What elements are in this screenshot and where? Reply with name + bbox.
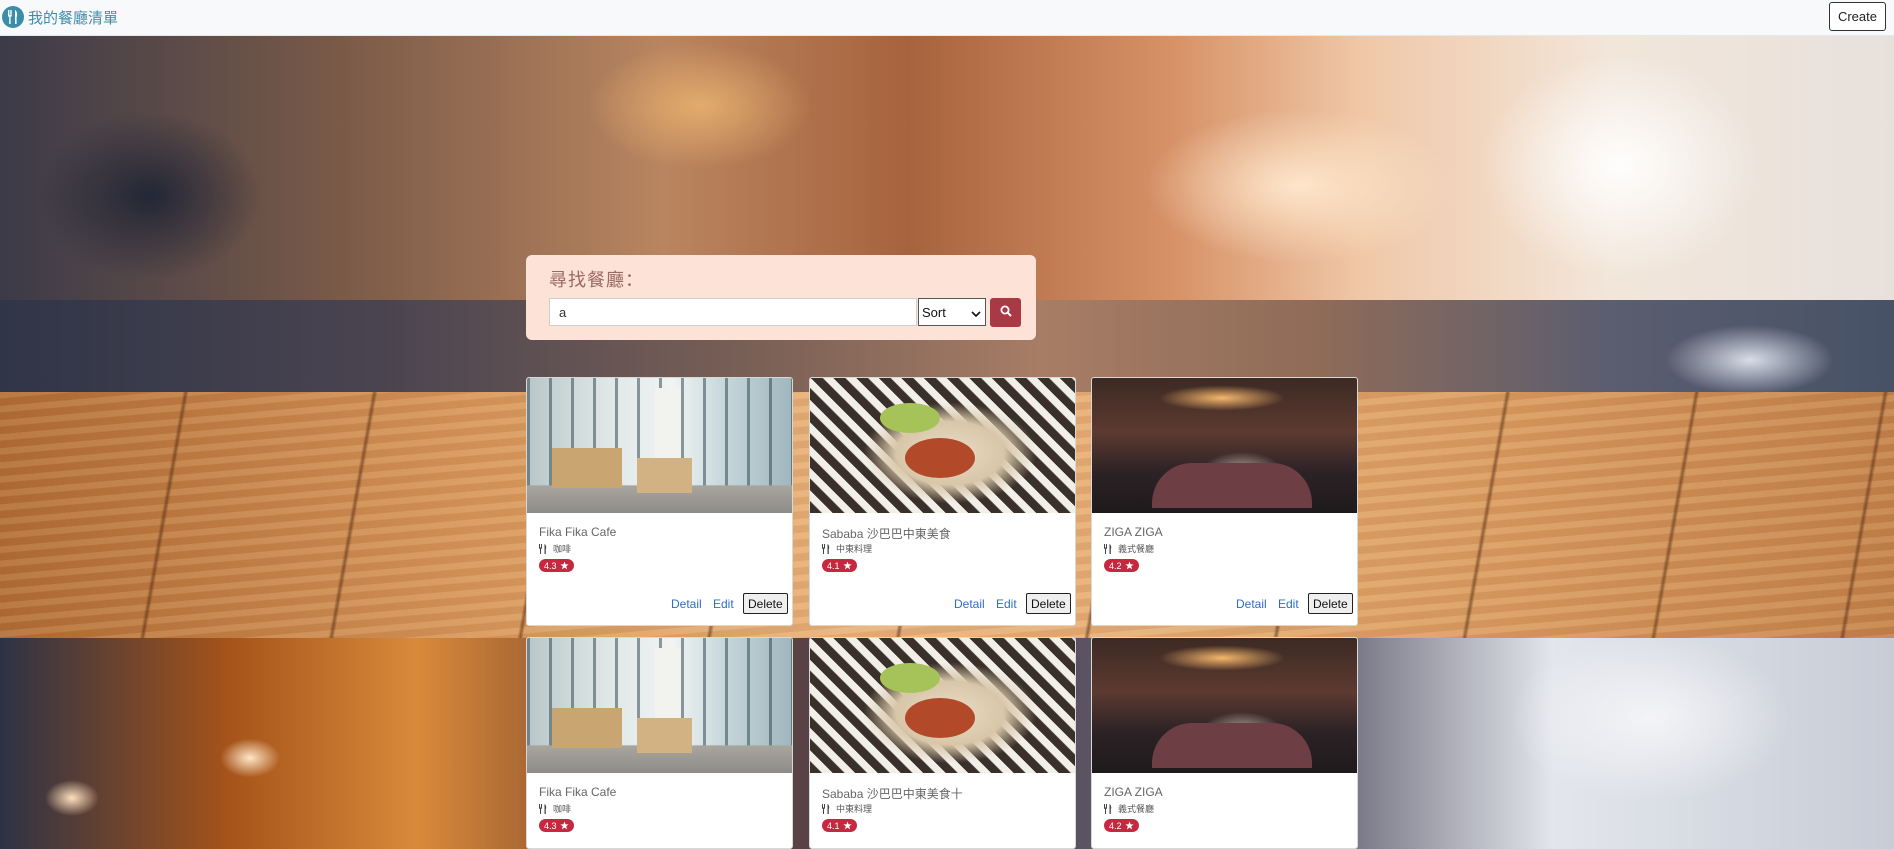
- utensils-icon: [1104, 803, 1112, 814]
- delete-button[interactable]: Delete: [1308, 593, 1353, 614]
- detail-link[interactable]: Detail: [671, 597, 702, 611]
- category-label: 中東料理: [836, 544, 873, 554]
- star-icon: [559, 561, 569, 570]
- restaurant-name: Fika Fika Cafe: [539, 785, 617, 799]
- star-icon: [559, 821, 569, 830]
- rating-value: 4.3: [544, 820, 557, 831]
- rating-badge: 4.1: [822, 559, 857, 572]
- restaurant-card[interactable]: Fika Fika Cafe 咖啡 4.3: [526, 637, 793, 849]
- restaurant-card[interactable]: Sababa 沙巴巴中東美食 中東料理 4.1 Detail Edit Dele…: [809, 377, 1076, 626]
- edit-link[interactable]: Edit: [713, 597, 734, 611]
- star-icon: [842, 821, 852, 830]
- create-button[interactable]: Create: [1828, 2, 1886, 31]
- utensils-icon: [822, 803, 830, 814]
- restaurant-name: Fika Fika Cafe: [539, 525, 617, 539]
- navbar: 我的餐廳清單 Create: [0, 0, 1894, 36]
- rating-value: 4.2: [1109, 560, 1122, 571]
- restaurant-image[interactable]: [1092, 638, 1357, 773]
- rating-value: 4.1: [827, 820, 840, 831]
- edit-link[interactable]: Edit: [996, 597, 1017, 611]
- restaurant-name: Sababa 沙巴巴中東美食: [822, 527, 951, 541]
- restaurant-category: 咖啡: [539, 542, 571, 555]
- brand-link[interactable]: 我的餐廳清單: [2, 6, 118, 28]
- rating-badge: 4.3: [539, 819, 574, 832]
- category-label: 義式餐廳: [1118, 804, 1155, 814]
- search-button[interactable]: [990, 298, 1021, 327]
- search-title: 尋找餐廳：: [549, 270, 644, 290]
- restaurant-card[interactable]: ZIGA ZIGA 義式餐廳 4.2 Detail Edit Delete: [1091, 377, 1358, 626]
- category-label: 中東料理: [836, 804, 873, 814]
- search-icon: [1000, 305, 1012, 320]
- restaurant-image[interactable]: [527, 638, 792, 773]
- restaurant-image[interactable]: [810, 378, 1075, 513]
- restaurant-category: 義式餐廳: [1104, 802, 1154, 815]
- search-input[interactable]: [549, 298, 917, 326]
- utensils-icon: [822, 543, 830, 554]
- utensils-icon: [539, 543, 547, 554]
- star-icon: [1124, 821, 1134, 830]
- rating-badge: 4.1: [822, 819, 857, 832]
- delete-button[interactable]: Delete: [743, 593, 788, 614]
- rating-badge: 4.2: [1104, 819, 1139, 832]
- star-icon: [1124, 561, 1134, 570]
- category-label: 咖啡: [553, 804, 572, 814]
- restaurant-category: 中東料理: [822, 542, 872, 555]
- restaurant-name: ZIGA ZIGA: [1104, 785, 1163, 799]
- restaurant-card[interactable]: Sababa 沙巴巴中東美食十 中東料理 4.1: [809, 637, 1076, 849]
- restaurant-name: Sababa 沙巴巴中東美食十: [822, 787, 963, 801]
- restaurant-name: ZIGA ZIGA: [1104, 525, 1163, 539]
- restaurant-category: 中東料理: [822, 802, 872, 815]
- restaurant-category: 咖啡: [539, 802, 571, 815]
- category-label: 咖啡: [553, 544, 572, 554]
- rating-badge: 4.3: [539, 559, 574, 572]
- detail-link[interactable]: Detail: [954, 597, 985, 611]
- category-label: 義式餐廳: [1118, 544, 1155, 554]
- detail-link[interactable]: Detail: [1236, 597, 1267, 611]
- chevron-down-icon: [971, 307, 981, 322]
- restaurant-card[interactable]: Fika Fika Cafe 咖啡 4.3 Detail Edit Delete: [526, 377, 793, 626]
- star-icon: [842, 561, 852, 570]
- restaurant-image[interactable]: [810, 638, 1075, 773]
- restaurant-image[interactable]: [1092, 378, 1357, 513]
- restaurant-category: 義式餐廳: [1104, 542, 1154, 555]
- restaurant-card[interactable]: ZIGA ZIGA 義式餐廳 4.2: [1091, 637, 1358, 849]
- restaurant-image[interactable]: [527, 378, 792, 513]
- rating-value: 4.1: [827, 560, 840, 571]
- rating-value: 4.3: [544, 560, 557, 571]
- rating-badge: 4.2: [1104, 559, 1139, 572]
- rating-value: 4.2: [1109, 820, 1122, 831]
- utensils-icon: [2, 6, 24, 28]
- sort-select-value: Sort: [922, 304, 946, 320]
- sort-select[interactable]: Sort: [918, 298, 986, 326]
- edit-link[interactable]: Edit: [1278, 597, 1299, 611]
- delete-button[interactable]: Delete: [1026, 593, 1071, 614]
- search-panel: 尋找餐廳： Sort: [526, 255, 1036, 340]
- brand-title: 我的餐廳清單: [28, 9, 119, 27]
- utensils-icon: [539, 803, 547, 814]
- utensils-icon: [1104, 543, 1112, 554]
